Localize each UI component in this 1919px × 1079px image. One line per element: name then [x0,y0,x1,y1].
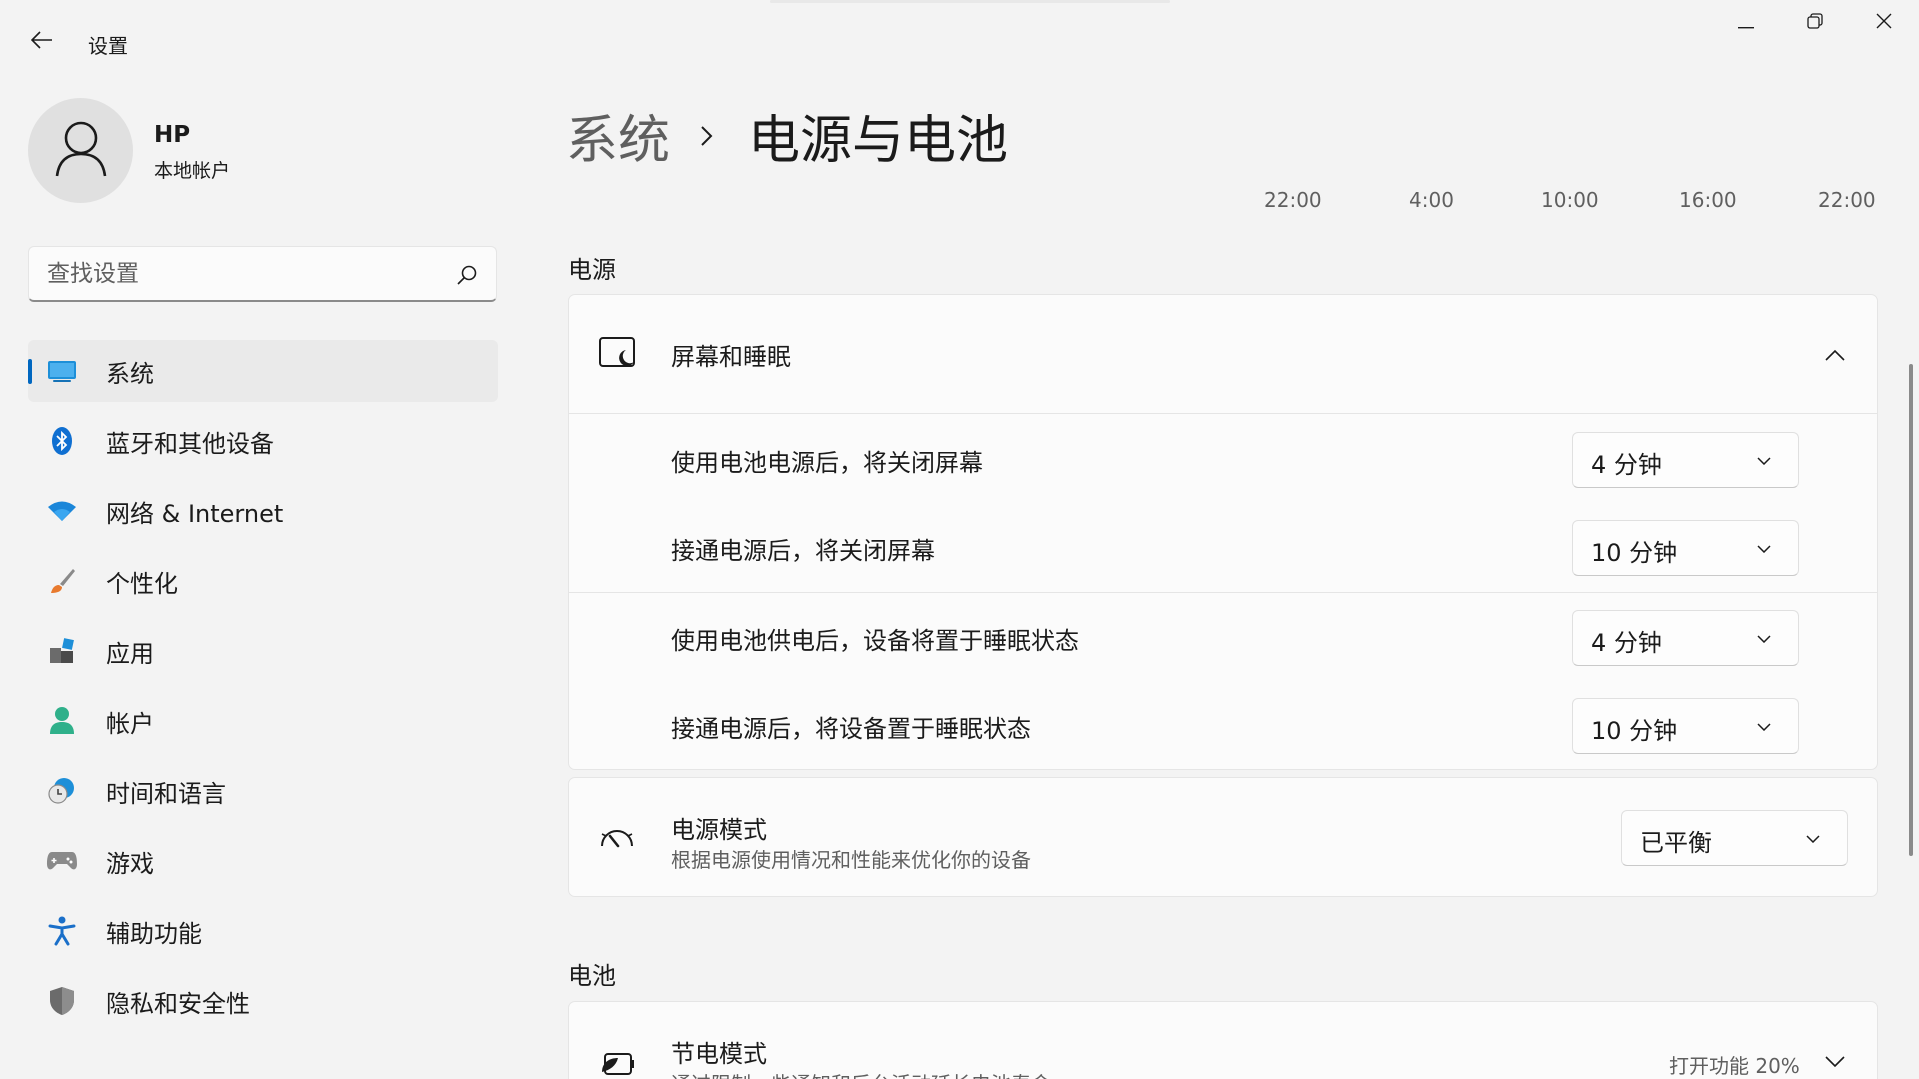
apps-icon [46,635,78,667]
maximize-button[interactable] [1781,0,1849,46]
chevron-down-icon [1754,629,1774,649]
sidebar-item-accessibility[interactable]: 辅助功能 [28,900,498,962]
setting-label-battery-screen-off: 使用电池电源后，将关闭屏幕 [671,449,983,477]
setting-label-plugged-screen-off: 接通电源后，将关闭屏幕 [671,537,935,565]
app-title: 设置 [88,34,128,58]
power-mode-subtitle: 根据电源使用情况和性能来优化你的设备 [671,848,1031,872]
restore-icon [1807,13,1823,33]
battery-saver-title: 节电模式 [671,1040,767,1068]
accessibility-icon [46,915,78,947]
sidebar-item-label: 帐户 [106,709,154,738]
profile-account-type: 本地帐户 [154,160,231,182]
sidebar-item-label: 时间和语言 [106,779,226,808]
battery-saver-status: 打开功能 20% [1669,1054,1800,1078]
sidebar-nav: 系统 蓝牙和其他设备 网络 & Internet 个性化 应用 帐户 时间和语言… [28,340,498,1040]
power-mode-title: 电源模式 [671,816,767,844]
sidebar-item-gaming[interactable]: 游戏 [28,830,498,892]
screen-sleep-header[interactable]: 屏幕和睡眠 [569,295,1877,413]
chevron-down-icon [1754,451,1774,471]
sidebar-item-system[interactable]: 系统 [28,340,498,402]
collapse-button[interactable] [1815,335,1855,375]
scrollbar-thumb[interactable] [1909,364,1913,856]
close-icon [1876,13,1892,33]
setting-label-plugged-sleep: 接通电源后，将设备置于睡眠状态 [671,715,1031,743]
time-axis-label: 10:00 [1541,188,1599,212]
sidebar-item-personalization[interactable]: 个性化 [28,550,498,612]
chevron-up-icon [1825,346,1845,365]
page-title: 电源与电池 [748,111,1009,171]
sidebar-item-label: 隐私和安全性 [106,989,250,1018]
top-edge-hint [770,0,1170,3]
user-icon [54,120,108,182]
search-icon[interactable] [453,261,481,289]
chevron-down-icon [1754,539,1774,559]
sidebar-item-accounts[interactable]: 帐户 [28,690,498,752]
breadcrumb-parent[interactable]: 系统 [566,98,670,173]
time-axis-label: 4:00 [1409,188,1454,212]
time-language-icon [46,775,78,807]
dropdown-value: 4 分钟 [1591,629,1662,657]
dropdown-value: 10 分钟 [1591,717,1678,745]
time-axis-label: 22:00 [1264,188,1322,212]
sidebar-item-network[interactable]: 网络 & Internet [28,480,498,542]
sidebar-item-apps[interactable]: 应用 [28,620,498,682]
avatar[interactable] [28,98,133,203]
search-input[interactable] [47,257,447,291]
screen-sleep-card: 屏幕和睡眠 使用电池电源后，将关闭屏幕 4 分钟 接通电源后，将关闭屏幕 10 … [568,294,1878,770]
sidebar-item-label: 蓝牙和其他设备 [106,429,274,458]
sidebar-item-label: 系统 [106,359,154,388]
shield-icon [46,985,78,1017]
breadcrumb: 系统 电源与电池 [566,98,1008,173]
section-title-power: 电源 [568,256,616,284]
back-button[interactable] [22,24,62,60]
brush-icon [46,565,78,597]
sidebar-item-label: 辅助功能 [106,919,202,948]
dropdown-battery-sleep[interactable]: 4 分钟 [1572,610,1799,666]
divider [569,413,1877,414]
chevron-down-icon [1825,1053,1845,1072]
sidebar-item-label: 游戏 [106,849,154,878]
sidebar-item-label: 网络 & Internet [106,499,284,528]
chevron-down-icon [1754,717,1774,737]
bluetooth-icon [46,425,78,457]
sidebar-item-privacy-security[interactable]: 隐私和安全性 [28,970,498,1032]
divider [569,592,1877,593]
sidebar-item-label: 个性化 [106,569,178,598]
account-icon [46,705,78,737]
dropdown-power-mode[interactable]: 已平衡 [1621,810,1848,866]
close-button[interactable] [1850,0,1918,46]
power-mode-icon [597,818,637,858]
minimize-icon [1738,14,1754,33]
back-arrow-icon [30,31,53,53]
expand-button[interactable] [1815,1042,1855,1079]
dropdown-battery-screen-off[interactable]: 4 分钟 [1572,432,1799,488]
dropdown-value: 4 分钟 [1591,451,1662,479]
wifi-icon [46,495,78,527]
dropdown-plugged-sleep[interactable]: 10 分钟 [1572,698,1799,754]
sidebar-item-bluetooth[interactable]: 蓝牙和其他设备 [28,410,498,472]
battery-saver-card[interactable]: 节电模式 通过限制一些通知和后台活动延长电池寿命 打开功能 20% [568,1001,1878,1079]
sidebar-item-time-language[interactable]: 时间和语言 [28,760,498,822]
section-title-battery: 电池 [568,962,616,990]
setting-label-battery-sleep: 使用电池供电后，设备将置于睡眠状态 [671,627,1079,655]
dropdown-value: 已平衡 [1640,829,1712,857]
dropdown-value: 10 分钟 [1591,539,1678,567]
profile-name: HP [154,122,191,148]
power-mode-card: 电源模式 根据电源使用情况和性能来优化你的设备 已平衡 [568,777,1878,897]
time-axis-label: 22:00 [1818,188,1876,212]
title-bar: 设置 [0,0,1919,86]
minimize-button[interactable] [1712,0,1780,46]
dropdown-plugged-screen-off[interactable]: 10 分钟 [1572,520,1799,576]
time-axis-label: 16:00 [1679,188,1737,212]
screen-sleep-icon [597,333,637,373]
screen-sleep-title: 屏幕和睡眠 [671,343,791,371]
chevron-right-icon [700,125,714,147]
battery-saver-subtitle: 通过限制一些通知和后台活动延长电池寿命 [671,1068,1051,1079]
battery-saver-icon [597,1044,637,1079]
search-box [28,246,497,302]
gaming-icon [46,845,78,877]
chevron-down-icon [1803,829,1823,849]
system-icon [46,355,78,387]
sidebar-item-label: 应用 [106,639,154,668]
